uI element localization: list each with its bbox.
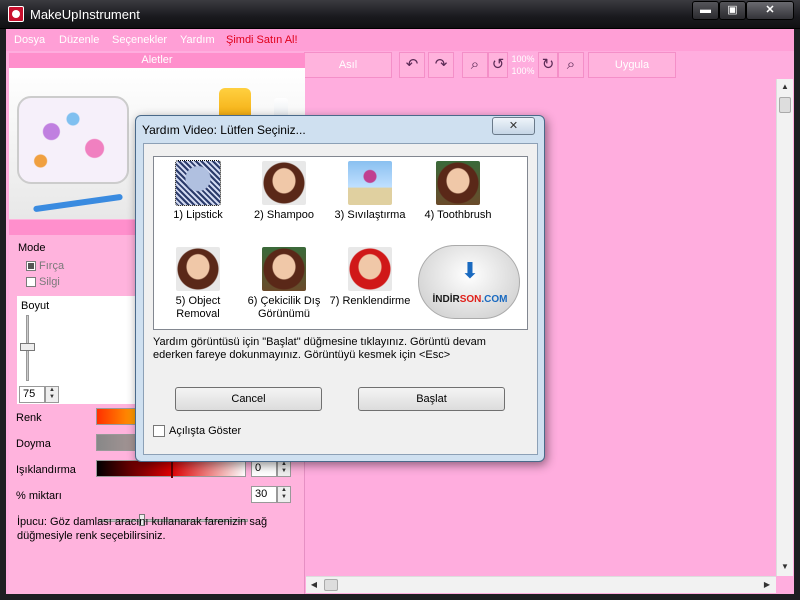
help-video-dialog: Yardım Video: Lütfen Seçiniz... ✕ 1) Lip…	[135, 115, 545, 462]
video-list: 1) Lipstick 2) Shampoo 3) Sıvılaştırma 4…	[153, 156, 528, 330]
show-at-startup-label: Açılışta Göster	[169, 425, 242, 437]
video-item-lipstick[interactable]: 1) Lipstick	[156, 160, 240, 222]
video-item-label: 6) Çekicilik Dış Görünümü	[247, 295, 321, 320]
scroll-left-icon[interactable]: ◀	[306, 577, 322, 593]
instructions-text: Yardım görüntüsü için "Başlat" düğmesine…	[153, 336, 486, 361]
video-item-label: 3) Sıvılaştırma	[334, 209, 406, 221]
shampoo-thumbnail	[262, 161, 306, 205]
video-item-liquify[interactable]: 3) Sıvılaştırma	[328, 161, 412, 222]
scroll-down-icon[interactable]: ▼	[777, 559, 793, 575]
dialog-body: 1) Lipstick 2) Shampoo 3) Sıvılaştırma 4…	[143, 143, 538, 455]
download-arrow-icon: ⬇	[460, 258, 480, 283]
menu-bar: Dosya Düzenle Seçenekler Yardım Şimdi Sa…	[6, 29, 794, 51]
mode-label: Mode	[18, 242, 46, 254]
tip-text: İpucu: Göz damlası aracını kullanarak fa…	[17, 516, 268, 542]
toothbrush-icon	[33, 193, 123, 213]
menu-edit[interactable]: Düzenle	[59, 34, 99, 46]
eraser-checkbox[interactable]	[26, 277, 36, 287]
app-icon	[8, 6, 24, 22]
video-item-toothbrush[interactable]: 4) Toothbrush	[416, 161, 500, 222]
zoom-out-icon[interactable]: ⌕	[558, 52, 584, 78]
zoom-level-top: 100%	[511, 54, 535, 64]
tools-panel-header: Aletler	[9, 53, 305, 68]
liquify-thumbnail	[348, 161, 392, 205]
amount-spinner[interactable]: ▲ ▼	[277, 486, 291, 503]
brightness-spinner[interactable]: ▲ ▼	[277, 460, 291, 477]
zoom-in-icon[interactable]: ⌕	[462, 52, 488, 78]
video-item-label: 4) Toothbrush	[424, 209, 492, 221]
start-button[interactable]: Başlat	[358, 387, 505, 411]
size-slider-thumb[interactable]	[20, 343, 35, 351]
dialog-title: Yardım Video: Lütfen Seçiniz...	[142, 123, 306, 137]
toothbrush-thumbnail	[436, 161, 480, 205]
video-item-label: 1) Lipstick	[173, 209, 223, 221]
size-spinner[interactable]: ▲ ▼	[45, 386, 59, 403]
title-bar: MakeUpInstrument ▬ ▣ ✕	[0, 0, 800, 29]
menu-buy-now[interactable]: Şimdi Satın Al!	[226, 34, 298, 46]
rotate-right-icon[interactable]: ↻	[538, 52, 558, 78]
scroll-up-icon[interactable]: ▲	[777, 79, 793, 95]
video-item-label: 5) Object Removal	[175, 295, 221, 320]
apply-button[interactable]: Uygula	[588, 52, 676, 78]
scroll-right-icon[interactable]: ▶	[759, 577, 775, 593]
rotate-left-icon[interactable]: ↺	[488, 52, 508, 78]
original-button[interactable]: Asıl	[304, 52, 392, 78]
menu-file[interactable]: Dosya	[14, 34, 45, 46]
video-item-shampoo[interactable]: 2) Shampoo	[242, 161, 326, 222]
size-input[interactable]: 75	[19, 386, 45, 403]
video-item-attractiveness[interactable]: 6) Çekicilik Dış Görünümü	[242, 247, 326, 321]
amount-label: % miktarı	[16, 490, 62, 502]
vertical-scrollbar[interactable]: ▲ ▼	[776, 79, 793, 576]
cancel-button[interactable]: Cancel	[175, 387, 322, 411]
menu-help[interactable]: Yardım	[180, 34, 215, 46]
size-label: Boyut	[21, 300, 50, 312]
dialog-close-button[interactable]: ✕	[492, 117, 535, 135]
undo-icon[interactable]: ↶	[399, 52, 425, 78]
amount-input[interactable]: 30	[251, 486, 277, 503]
maximize-button[interactable]: ▣	[719, 1, 746, 20]
attractiveness-thumbnail	[262, 247, 306, 291]
horizontal-scroll-thumb[interactable]	[324, 579, 338, 591]
video-item-label: 2) Shampoo	[254, 209, 314, 221]
vertical-scroll-thumb[interactable]	[779, 97, 791, 113]
coloring-thumbnail	[348, 247, 392, 291]
video-item-label: 7) Renklendirme	[329, 295, 411, 307]
window-title: MakeUpInstrument	[30, 7, 140, 22]
brightness-label: Işıklandırma	[16, 464, 76, 476]
zoom-level-bottom: 100%	[511, 66, 535, 76]
object-removal-thumbnail	[176, 247, 220, 291]
close-button[interactable]: ✕	[746, 1, 794, 20]
logo-text: İNDİRSON.COM	[432, 294, 508, 305]
saturation-label: Doyma	[16, 438, 51, 450]
menu-options[interactable]: Seçenekler	[112, 34, 167, 46]
indirson-logo: ⬇ İNDİRSON.COM	[418, 245, 520, 319]
horizontal-scrollbar[interactable]: ◀ ▶	[306, 576, 776, 593]
lipstick-thumbnail	[175, 160, 221, 206]
eraser-label: Silgi	[39, 276, 60, 288]
video-item-object-removal[interactable]: 5) Object Removal	[156, 247, 240, 321]
show-at-startup-checkbox[interactable]	[153, 425, 165, 437]
minimize-button[interactable]: ▬	[692, 1, 719, 20]
brush-checkbox[interactable]	[26, 261, 36, 271]
zoom-level: 100% 100%	[508, 53, 538, 77]
brush-label: Fırça	[39, 260, 65, 272]
cosmetic-bag-icon	[17, 96, 129, 184]
redo-icon[interactable]: ↷	[428, 52, 454, 78]
color-label: Renk	[16, 412, 42, 424]
brightness-input[interactable]: 0	[251, 460, 277, 477]
video-item-coloring[interactable]: 7) Renklendirme	[328, 247, 412, 308]
